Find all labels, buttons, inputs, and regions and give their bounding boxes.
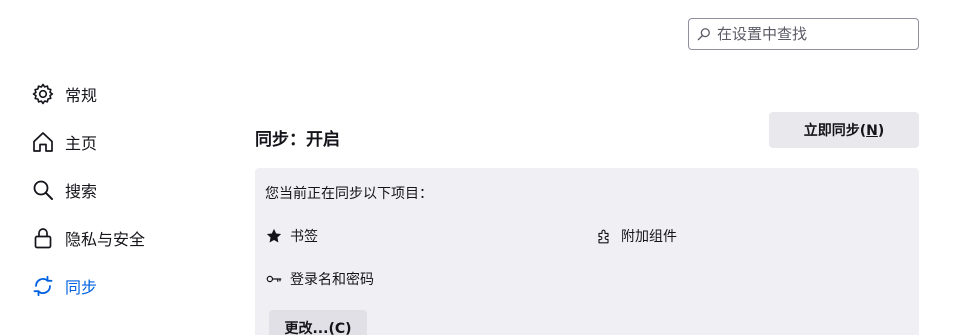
lock-icon bbox=[30, 225, 56, 251]
sidebar-item-label: 常规 bbox=[65, 86, 98, 105]
search-icon bbox=[697, 28, 710, 41]
sync-item-label: 登录名和密码 bbox=[290, 272, 374, 288]
sync-item-addons: 附加组件 bbox=[596, 226, 677, 246]
sync-intro-text: 您当前正在同步以下项目： bbox=[265, 186, 433, 202]
sync-item-label: 附加组件 bbox=[621, 229, 677, 245]
sidebar-item-label: 搜索 bbox=[65, 182, 98, 201]
star-icon bbox=[266, 228, 282, 243]
puzzle-icon bbox=[598, 229, 609, 244]
key-icon bbox=[266, 275, 282, 283]
sidebar-item-general[interactable]: 常规 bbox=[30, 70, 230, 118]
sync-item-label: 书签 bbox=[290, 229, 318, 245]
sync-item-logins: 登录名和密码 bbox=[265, 269, 374, 289]
sidebar-item-label: 主页 bbox=[65, 134, 98, 153]
sync-section-title: 同步：开启 bbox=[255, 130, 340, 150]
sidebar-item-privacy[interactable]: 隐私与安全 bbox=[30, 214, 230, 262]
sidebar-item-search[interactable]: 搜索 bbox=[30, 166, 230, 214]
sync-items-panel: 您当前正在同步以下项目： 书签 附加组件 登录名和密码 更改...(C) bbox=[255, 168, 919, 335]
sync-icon bbox=[30, 273, 56, 299]
search-input[interactable] bbox=[717, 25, 907, 43]
settings-search-box[interactable] bbox=[688, 18, 919, 50]
sidebar-item-label: 同步 bbox=[65, 278, 98, 297]
sidebar-item-sync[interactable]: 同步 bbox=[30, 262, 230, 310]
sidebar-item-home[interactable]: 主页 bbox=[30, 118, 230, 166]
sync-now-button[interactable]: 立即同步(N) bbox=[769, 112, 919, 148]
search-icon bbox=[30, 177, 56, 203]
change-sync-button[interactable]: 更改...(C) bbox=[269, 310, 367, 335]
home-icon bbox=[30, 129, 56, 155]
sidebar-nav: 常规 主页 搜索 隐私与安全 同步 bbox=[30, 70, 230, 310]
sidebar-item-label: 隐私与安全 bbox=[65, 230, 146, 249]
gear-icon bbox=[30, 81, 56, 107]
sync-item-bookmarks: 书签 bbox=[265, 226, 318, 246]
